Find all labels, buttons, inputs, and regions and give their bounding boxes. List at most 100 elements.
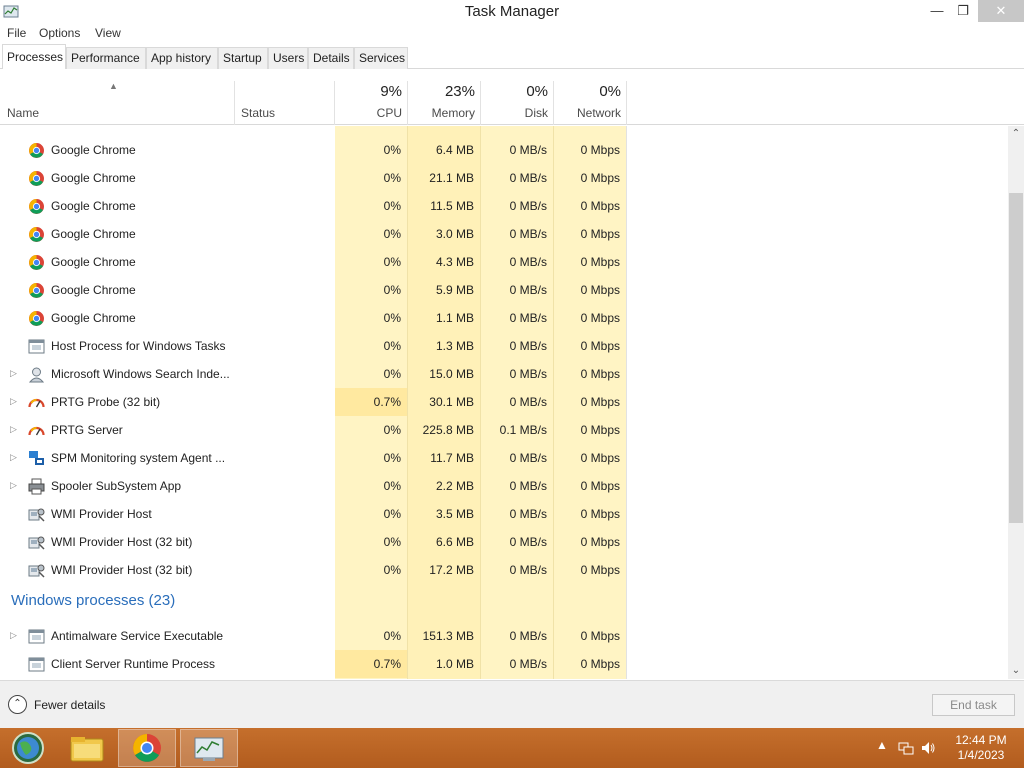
- process-row[interactable]: ▷ SPM Monitoring system Agent ... 0% 11.7 M…: [0, 444, 1008, 472]
- process-row[interactable]: ▷ Microsoft Windows Search Inde... 0% 15.0 …: [0, 360, 1008, 388]
- memory-value: 5.9 MB: [435, 283, 474, 297]
- memory-total: 23%: [444, 83, 475, 100]
- network-value: 0 Mbps: [580, 629, 620, 643]
- column-status[interactable]: Status: [241, 106, 275, 120]
- process-row[interactable]: ▷ Spooler SubSystem App 0% 2.2 MB 0 MB/s 0 Mb…: [0, 472, 1008, 500]
- process-row[interactable]: ▷ Antimalware Service Executable 0% 151.3 M…: [0, 622, 1008, 650]
- tab-services[interactable]: Services: [354, 47, 408, 69]
- expand-arrow-icon[interactable]: ▷: [10, 452, 17, 463]
- tab-performance[interactable]: Performance: [66, 47, 146, 69]
- disk-value: 0 MB/s: [509, 507, 547, 521]
- process-row[interactable]: Host Process for Windows Tasks 0% 1.3 MB 0 …: [0, 332, 1008, 360]
- disk-value: 0 MB/s: [509, 395, 547, 409]
- taskbar-file-explorer[interactable]: [58, 729, 116, 767]
- cpu-value: 0%: [383, 339, 401, 353]
- process-row[interactable]: WMI Provider Host 0% 3.5 MB 0 MB/s 0 Mbps: [0, 500, 1008, 528]
- volume-icon[interactable]: [920, 740, 936, 756]
- memory-value: 17.2 MB: [429, 563, 474, 577]
- memory-value: 4.3 MB: [435, 255, 474, 269]
- process-name: Microsoft Windows Search Inde...: [51, 367, 230, 381]
- disk-value: 0 MB/s: [509, 657, 547, 671]
- taskbar-clock[interactable]: 12:44 PM 1/4/2023: [950, 733, 1012, 763]
- restore-button[interactable]: ❐: [948, 0, 978, 22]
- cpu-value: 0%: [383, 367, 401, 381]
- column-memory[interactable]: 23% Memory: [408, 69, 480, 125]
- process-row[interactable]: Google Chrome 0% 21.1 MB 0 MB/s 0 Mbps: [0, 164, 1008, 192]
- cpu-value: 0%: [383, 535, 401, 549]
- chrome-icon: [29, 283, 44, 298]
- cpu-value: 0%: [383, 255, 401, 269]
- cpu-value: 0%: [383, 283, 401, 297]
- column-name[interactable]: Name: [7, 106, 39, 120]
- clock-date: 1/4/2023: [957, 748, 1005, 762]
- menu-view[interactable]: View: [95, 26, 121, 40]
- process-row[interactable]: WMI Provider Host (32 bit) 0% 17.2 MB 0 MB/…: [0, 556, 1008, 584]
- disk-value: 0 MB/s: [509, 367, 547, 381]
- tab-processes[interactable]: Processes: [2, 44, 66, 70]
- taskbar-chrome[interactable]: [118, 729, 176, 767]
- scroll-thumb[interactable]: [1009, 193, 1023, 523]
- expand-arrow-icon[interactable]: ▷: [10, 480, 17, 491]
- window-app-icon: [28, 339, 45, 354]
- memory-value: 225.8 MB: [422, 423, 474, 437]
- network-value: 0 Mbps: [580, 451, 620, 465]
- scroll-down-icon[interactable]: ⌄: [1008, 663, 1024, 679]
- expand-arrow-icon[interactable]: ▷: [10, 368, 17, 379]
- process-row[interactable]: Google Chrome 0% 5.9 MB 0 MB/s 0 Mbps: [0, 276, 1008, 304]
- menu-file[interactable]: File: [7, 26, 26, 40]
- column-disk[interactable]: 0% Disk: [481, 69, 553, 125]
- network-icon[interactable]: [898, 740, 914, 756]
- menu-options[interactable]: Options: [39, 26, 80, 40]
- process-row[interactable]: ▷ PRTG Probe (32 bit) 0.7% 30.1 MB 0 MB/s 0 M…: [0, 388, 1008, 416]
- process-row[interactable]: ▷ PRTG Server 0% 225.8 MB 0.1 MB/s 0 Mbps: [0, 416, 1008, 444]
- column-cpu[interactable]: 9% CPU: [335, 69, 407, 125]
- disk-total: 0%: [526, 83, 548, 100]
- process-row[interactable]: Google Chrome 0% 3.0 MB 0 MB/s 0 Mbps: [0, 220, 1008, 248]
- expand-arrow-icon[interactable]: ▷: [10, 630, 17, 641]
- taskbar-task-manager[interactable]: [180, 729, 238, 767]
- process-row[interactable]: Google Chrome 0% 1.1 MB 0 MB/s 0 Mbps: [0, 304, 1008, 332]
- cpu-value: 0%: [383, 227, 401, 241]
- expand-arrow-icon[interactable]: ▷: [10, 396, 17, 407]
- start-button[interactable]: [0, 729, 58, 767]
- network-value: 0 Mbps: [580, 311, 620, 325]
- tab-strip: Processes Performance App history Startu…: [0, 44, 1024, 70]
- window-title: Task Manager: [464, 3, 560, 20]
- sort-up-icon: ▲: [109, 81, 118, 91]
- tab-startup[interactable]: Startup: [218, 47, 268, 69]
- vertical-scrollbar[interactable]: ⌃ ⌄: [1008, 126, 1024, 679]
- tab-details[interactable]: Details: [308, 47, 354, 69]
- close-button[interactable]: ✕: [978, 0, 1024, 22]
- process-row[interactable]: Google Chrome 0% 6.4 MB 0 MB/s 0 Mbps: [0, 136, 1008, 164]
- group-header-windows-processes[interactable]: Windows processes (23): [11, 592, 175, 609]
- memory-value: 15.0 MB: [429, 367, 474, 381]
- disk-value: 0 MB/s: [509, 339, 547, 353]
- process-row[interactable]: WMI Provider Host (32 bit) 0% 6.6 MB 0 MB/s…: [0, 528, 1008, 556]
- process-row[interactable]: Client Server Runtime Process 0.7% 1.0 MB 0…: [0, 650, 1008, 678]
- fewer-details-link[interactable]: Fewer details: [34, 698, 105, 712]
- wmi-icon: [28, 564, 45, 578]
- column-network[interactable]: 0% Network: [554, 69, 626, 125]
- process-row[interactable]: Google Chrome 0% 11.5 MB 0 MB/s 0 Mbps: [0, 192, 1008, 220]
- wmi-icon: [28, 536, 45, 550]
- scroll-up-icon[interactable]: ⌃: [1008, 126, 1024, 142]
- process-name: Host Process for Windows Tasks: [51, 339, 226, 353]
- cpu-label: CPU: [376, 106, 402, 120]
- end-task-button[interactable]: End task: [932, 694, 1015, 716]
- chrome-icon: [133, 734, 161, 762]
- start-globe-icon: [12, 732, 44, 764]
- wmi-icon: [28, 508, 45, 522]
- expand-arrow-icon[interactable]: ▷: [10, 424, 17, 435]
- tab-users[interactable]: Users: [268, 47, 308, 69]
- memory-value: 6.6 MB: [435, 535, 474, 549]
- memory-value: 11.5 MB: [430, 199, 474, 213]
- task-manager-icon: [194, 737, 224, 761]
- disk-label: Disk: [524, 106, 548, 120]
- memory-value: 30.1 MB: [429, 395, 474, 409]
- process-row[interactable]: Google Chrome 0% 4.3 MB 0 MB/s 0 Mbps: [0, 248, 1008, 276]
- chevron-up-icon[interactable]: ⌃: [8, 695, 27, 714]
- tab-app-history[interactable]: App history: [146, 47, 218, 69]
- show-hidden-icons-icon[interactable]: ▲: [876, 738, 888, 752]
- disk-value: 0 MB/s: [509, 629, 547, 643]
- memory-value: 1.0 MB: [435, 657, 474, 671]
